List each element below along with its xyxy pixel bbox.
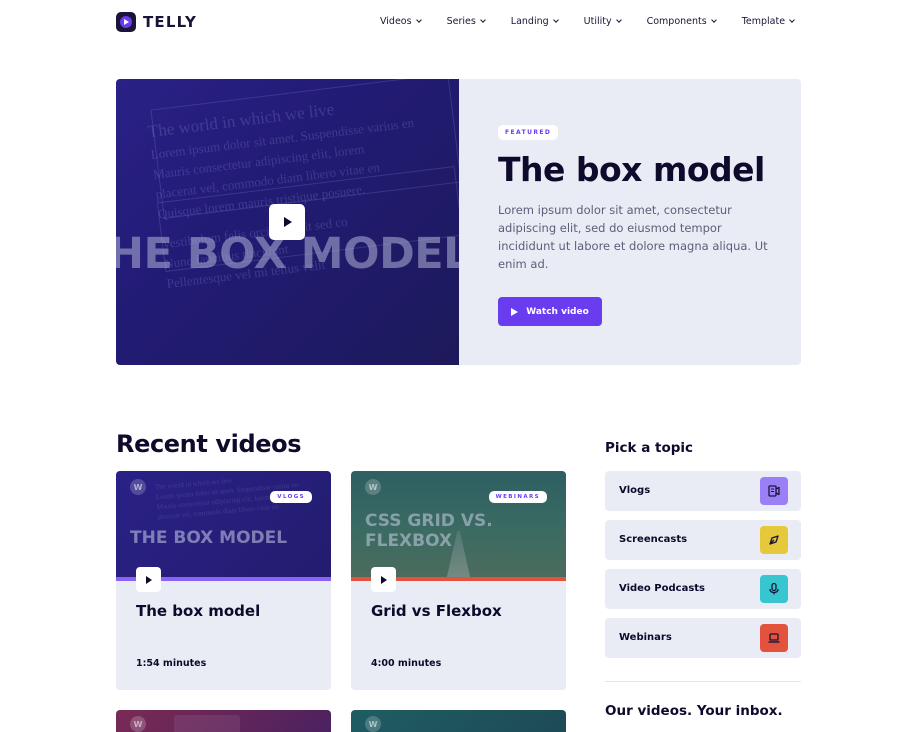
watch-video-button[interactable]: Watch video (498, 297, 602, 326)
chevron-down-icon (615, 17, 622, 23)
chevron-down-icon (710, 17, 717, 23)
sidebar-divider (605, 681, 801, 682)
nav-videos[interactable]: Videos (380, 16, 422, 27)
microphone-icon (760, 575, 788, 603)
logo[interactable]: TELLY (116, 12, 197, 32)
topic-label: Screencasts (619, 534, 688, 545)
play-icon (284, 217, 292, 227)
play-button[interactable] (269, 204, 305, 240)
card-thumbnail[interactable]: The world in which we live Lorem ipsum d… (116, 471, 331, 581)
thumb-title: CSS GRID VS. FLEXBOX (365, 511, 493, 551)
topic-label: Vlogs (619, 485, 651, 496)
main-nav: Videos Series Landing Utility Components… (380, 16, 795, 27)
featured-badge: FEATURED (498, 125, 559, 140)
hero-video-thumbnail[interactable]: The world in which we live Lorem ipsum d… (116, 79, 459, 365)
channel-logo-icon: W (365, 479, 381, 495)
video-card[interactable]: The world in which we live Lorem ipsum d… (116, 471, 331, 690)
chevron-down-icon (789, 17, 795, 23)
hero-title: The box model (498, 150, 765, 189)
chevron-down-icon (479, 17, 486, 23)
topic-video-podcasts[interactable]: Video Podcasts (605, 569, 801, 609)
card-duration: 4:00 minutes (371, 658, 442, 669)
topic-vlogs[interactable]: Vlogs (605, 471, 801, 511)
channel-logo-icon: W (130, 479, 146, 495)
pick-topic-title: Pick a topic (605, 440, 694, 456)
chevron-down-icon (415, 17, 422, 23)
nav-utility[interactable]: Utility (583, 16, 622, 27)
channel-logo-icon: W (365, 716, 381, 732)
play-icon (511, 307, 519, 316)
brand-name: TELLY (143, 13, 198, 31)
card-thumbnail[interactable]: W WEBINARS CSS GRID VS. FLEXBOX (351, 471, 566, 581)
card-title[interactable]: Grid vs Flexbox (371, 602, 502, 620)
topic-label: Video Podcasts (619, 583, 706, 594)
hero-description: Lorem ipsum dolor sit amet, consectetur … (498, 203, 768, 271)
play-button[interactable] (136, 567, 161, 592)
topic-label: Webinars (619, 632, 672, 643)
nav-label: Videos (380, 16, 412, 27)
recent-videos-title: Recent videos (116, 430, 302, 458)
video-card-partial[interactable]: W (351, 710, 566, 732)
nav-label: Components (646, 16, 707, 27)
thumb-graphic (174, 715, 240, 732)
nav-components[interactable]: Components (646, 16, 717, 27)
nav-landing[interactable]: Landing (510, 16, 559, 27)
button-label: Watch video (526, 306, 589, 317)
topic-screencasts[interactable]: Screencasts (605, 520, 801, 560)
laptop-icon (760, 624, 788, 652)
logo-play-icon (116, 12, 136, 32)
newsletter-title: Our videos. Your inbox. (605, 703, 783, 719)
hero-text: FEATURED The box model Lorem ipsum dolor… (498, 119, 778, 273)
channel-logo-icon: W (130, 716, 146, 732)
card-duration: 1:54 minutes (136, 658, 207, 669)
topic-webinars[interactable]: Webinars (605, 618, 801, 658)
card-title[interactable]: The box model (136, 602, 260, 620)
nav-label: Template (741, 16, 786, 27)
nav-label: Series (446, 16, 476, 27)
play-icon (146, 575, 152, 584)
cursor-icon (760, 526, 788, 554)
category-badge[interactable]: WEBINARS (488, 491, 547, 503)
site-header: TELLY Videos Series Landing Utility Comp… (0, 0, 900, 44)
nav-template[interactable]: Template (741, 16, 795, 27)
category-badge[interactable]: VLOGS (270, 491, 312, 503)
featured-hero: The world in which we live Lorem ipsum d… (116, 79, 801, 365)
chevron-down-icon (552, 17, 559, 23)
nav-series[interactable]: Series (446, 16, 486, 27)
video-file-icon (760, 477, 788, 505)
nav-label: Utility (583, 16, 612, 27)
thumb-title: THE BOX MODEL (130, 528, 288, 548)
video-card-partial[interactable]: W (116, 710, 331, 732)
nav-label: Landing (510, 16, 549, 27)
play-button[interactable] (371, 567, 396, 592)
video-card[interactable]: W WEBINARS CSS GRID VS. FLEXBOX Grid vs … (351, 471, 566, 690)
play-icon (381, 575, 387, 584)
